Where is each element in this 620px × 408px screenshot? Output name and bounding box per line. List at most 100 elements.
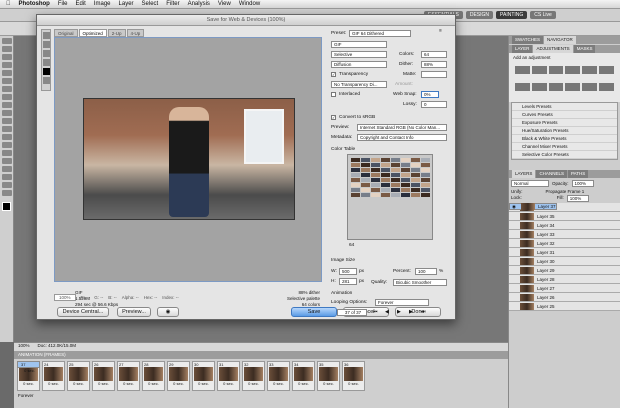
tab-layer[interactable]: LAYER [512,45,533,53]
color-swatch[interactable] [411,193,420,197]
color-swatch[interactable] [381,173,390,177]
move-tool-icon[interactable] [1,38,12,44]
color-swatch[interactable] [421,158,430,162]
menu-layer[interactable]: Layer [119,1,134,7]
table-row[interactable]: ◉ Layer 37 [509,203,557,210]
zoom-tool-icon[interactable] [1,190,12,196]
hand-tool-icon[interactable] [42,32,50,39]
fill-input[interactable]: 100% [566,195,589,202]
dodge-tool-icon[interactable] [1,142,12,148]
color-swatch[interactable] [391,188,400,192]
color-swatch[interactable] [361,183,370,187]
menu-select[interactable]: Select [142,1,159,7]
menu-edit[interactable]: Edit [76,1,86,7]
stamp-tool-icon[interactable] [1,102,12,108]
type-tool-icon[interactable] [1,158,12,164]
table-row[interactable]: Layer 28 [509,275,620,284]
levels-icon[interactable] [531,66,547,74]
format-select[interactable]: GIF [331,41,387,48]
color-swatch[interactable] [381,183,390,187]
eraser-tool-icon[interactable] [1,118,12,124]
list-item[interactable]: 33 0 sec. [267,361,290,391]
color-swatch[interactable] [381,168,390,172]
list-item[interactable]: 32 0 sec. [242,361,265,391]
interlaced-checkbox[interactable] [331,92,336,97]
color-swatch[interactable] [401,188,410,192]
tab-4-up[interactable]: 4-Up [126,29,145,37]
marquee-tool-icon[interactable] [1,46,12,52]
color-swatch[interactable] [361,193,370,197]
color-swatch[interactable] [371,178,380,182]
preview-profile-select[interactable]: Internet Standard RGB (No Color Man... [357,124,447,131]
list-item[interactable]: 30 0 sec. [192,361,215,391]
list-item[interactable]: Hue/Saturation Presets [512,127,617,135]
width-input[interactable]: 500 [339,268,357,275]
foreground-color[interactable] [2,202,11,211]
color-swatch[interactable] [411,158,420,162]
opacity-input[interactable]: 100% [571,180,594,187]
color-swatch[interactable] [371,168,380,172]
shape-tool-icon[interactable] [1,174,12,180]
color-swatch[interactable] [371,163,380,167]
dither-algorithm-select[interactable]: Diffusion [331,61,387,68]
color-swatch[interactable] [401,183,410,187]
color-swatch[interactable] [381,158,390,162]
healing-tool-icon[interactable] [1,86,12,92]
table-row[interactable]: Layer 34 [509,221,620,230]
workspace-painting[interactable]: PAINTING [496,11,528,19]
zoom-select[interactable]: 100% [54,294,76,301]
transparency-dither-select[interactable]: No Transparency Di... [331,81,387,88]
tab-original[interactable]: Original [54,29,78,37]
eye-icon[interactable]: ◉ [512,204,518,209]
color-swatch[interactable] [351,168,360,172]
color-swatch[interactable] [381,178,390,182]
preview-button[interactable]: Preview... [117,307,151,317]
color-swatch[interactable] [381,163,390,167]
optimized-preview[interactable]: GIF 1.529M 294 sec @ 56.6 Kbps 88% dithe… [54,37,322,307]
brush-tool-icon[interactable] [1,94,12,100]
list-item[interactable]: 25 0 sec. [67,361,90,391]
lasso-tool-icon[interactable] [1,54,12,60]
tab-adjustments[interactable]: ADJUSTMENTS [533,45,573,53]
list-item[interactable]: 27 0 sec. [117,361,140,391]
color-swatch[interactable] [391,158,400,162]
tab-channels[interactable]: CHANNELS [536,170,567,178]
looping-select[interactable]: Forever [375,299,429,306]
percent-input[interactable]: 100 [415,268,437,275]
color-balance-icon[interactable] [515,83,530,91]
menu-file[interactable]: File [58,1,68,7]
toggle-slices-icon[interactable] [42,77,50,84]
zoom-tool-icon[interactable] [42,50,50,57]
list-item[interactable]: 31 0 sec. [217,361,240,391]
color-swatch[interactable] [351,188,360,192]
color-swatch[interactable] [401,178,410,182]
color-swatch[interactable] [421,163,430,167]
transparency-checkbox[interactable]: ✓ [331,72,336,77]
color-swatch[interactable] [421,178,430,182]
color-swatch[interactable] [391,173,400,177]
tab-swatches[interactable]: SWATCHES [512,36,544,44]
invert-icon[interactable] [582,83,598,91]
menu-view[interactable]: View [218,1,231,7]
previous-frame-icon[interactable]: ◀ [385,309,389,315]
menu-image[interactable]: Image [94,1,111,7]
list-item[interactable]: 26 0 sec. [92,361,115,391]
crop-tool-icon[interactable] [1,70,12,76]
brightness-icon[interactable] [515,66,530,74]
color-swatch[interactable] [421,168,430,172]
list-item[interactable]: 24 0 sec. [42,361,65,391]
color-swatch[interactable] [361,188,370,192]
table-row[interactable]: Layer 31 [509,248,620,257]
color-swatch[interactable] [361,173,370,177]
list-item[interactable]: 34 0 sec. [292,361,315,391]
menu-window[interactable]: Window [239,1,260,7]
web-snap-input[interactable]: 0% [421,91,439,98]
posterize-icon[interactable] [599,83,614,91]
tab-paths[interactable]: PATHS [567,170,589,178]
color-swatch[interactable] [421,188,430,192]
blend-mode-select[interactable]: Normal [511,180,549,187]
table-row[interactable]: Layer 29 [509,266,620,275]
color-swatch[interactable] [391,168,400,172]
color-swatch[interactable] [351,178,360,182]
list-item[interactable]: Levels Presets [512,103,617,111]
